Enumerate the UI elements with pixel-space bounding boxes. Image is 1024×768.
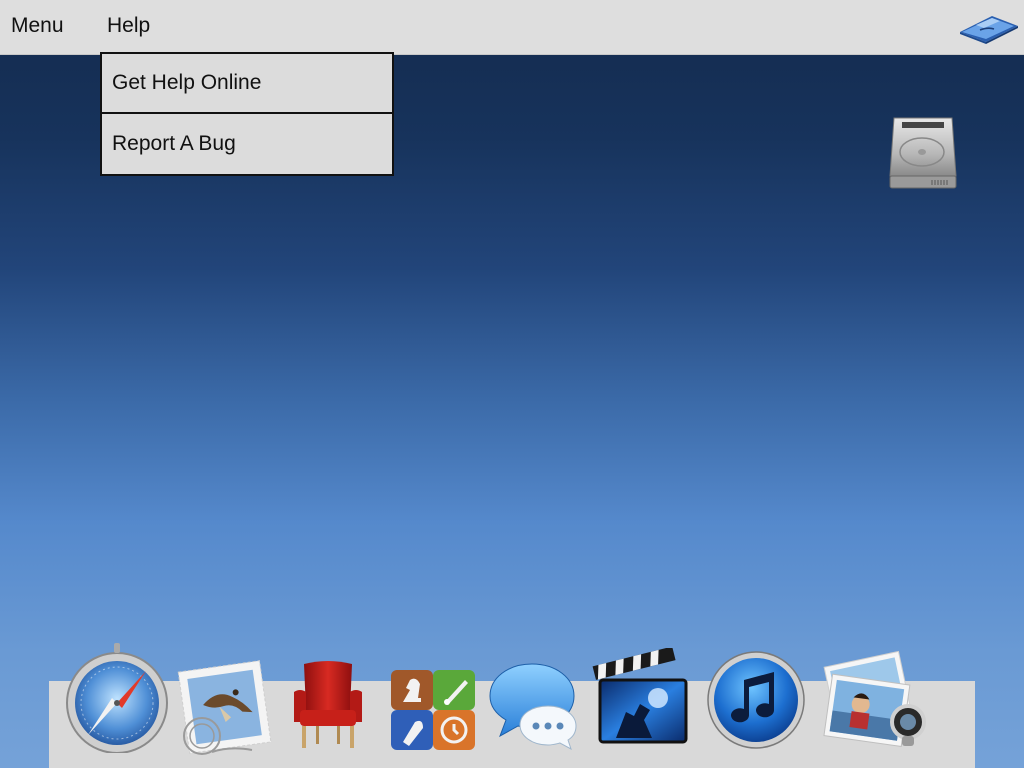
menu-item-report-a-bug[interactable]: Report A Bug <box>102 114 392 174</box>
itunes-icon[interactable] <box>706 650 806 750</box>
ibooks-chair-icon[interactable] <box>290 658 366 752</box>
hard-drive-icon[interactable] <box>884 116 962 192</box>
mail-icon[interactable] <box>176 660 274 760</box>
help-dropdown-menu: Get Help Online Report A Bug <box>100 52 394 176</box>
menu-item-get-help-online[interactable]: Get Help Online <box>102 54 392 114</box>
imovie-icon[interactable] <box>592 648 692 748</box>
safari-icon[interactable] <box>64 641 170 753</box>
menu-title-menu[interactable]: Menu <box>11 14 64 38</box>
game-center-icon[interactable] <box>389 668 477 752</box>
finder-icon[interactable] <box>956 10 1020 44</box>
menu-title-help[interactable]: Help <box>107 14 150 38</box>
menu-bar: Menu Help <box>0 0 1024 55</box>
preview-icon[interactable] <box>822 650 928 750</box>
messages-icon[interactable] <box>488 662 580 750</box>
